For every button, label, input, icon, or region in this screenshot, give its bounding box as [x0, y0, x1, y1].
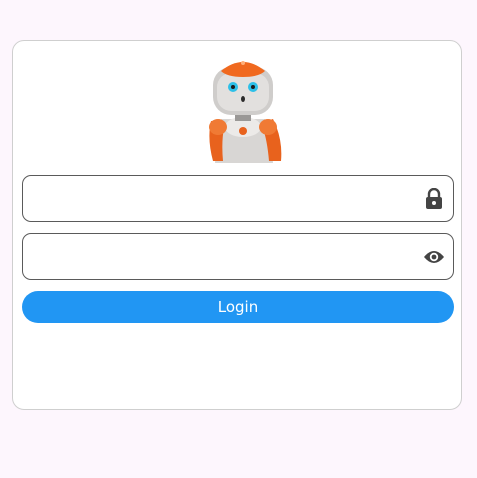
password-field[interactable] [22, 233, 454, 280]
username-input[interactable] [35, 176, 415, 221]
lock-icon [423, 188, 445, 210]
robot-logo [209, 61, 282, 163]
eye-icon[interactable] [423, 246, 445, 268]
password-input[interactable] [35, 234, 415, 279]
username-field[interactable] [22, 175, 454, 222]
login-card: Login [12, 40, 462, 410]
login-button[interactable]: Login [22, 291, 454, 323]
